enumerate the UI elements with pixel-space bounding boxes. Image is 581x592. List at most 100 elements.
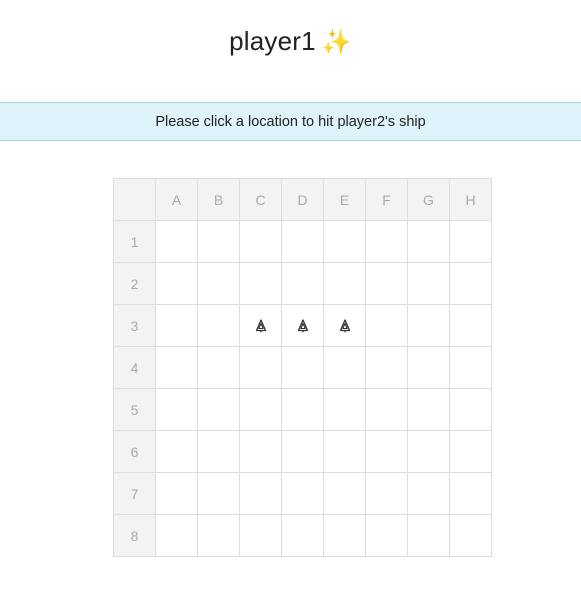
board-cell-f7[interactable] xyxy=(365,472,408,515)
row-header-4: 4 xyxy=(113,346,156,389)
board-cell-c7[interactable] xyxy=(239,472,282,515)
board-cell-f3[interactable] xyxy=(365,304,408,347)
board-row-6: 6 xyxy=(113,430,492,473)
row-header-6: 6 xyxy=(113,430,156,473)
column-header-b: B xyxy=(197,178,240,221)
board-cell-e2[interactable] xyxy=(323,262,366,305)
board-cell-e1[interactable] xyxy=(323,220,366,263)
board-cell-e8[interactable] xyxy=(323,514,366,557)
board-corner xyxy=(113,178,156,221)
board-cell-a4[interactable] xyxy=(155,346,198,389)
board-cell-e4[interactable] xyxy=(323,346,366,389)
board-cell-g3[interactable] xyxy=(407,304,450,347)
board-cell-c4[interactable] xyxy=(239,346,282,389)
board-cell-d7[interactable] xyxy=(281,472,324,515)
row-header-1: 1 xyxy=(113,220,156,263)
board-cell-f1[interactable] xyxy=(365,220,408,263)
ship-icon xyxy=(324,318,365,333)
row-header-3: 3 xyxy=(113,304,156,347)
page-title: player1 ✨ xyxy=(0,26,581,57)
board-cell-g8[interactable] xyxy=(407,514,450,557)
board-cell-h3[interactable] xyxy=(449,304,492,347)
board-cell-c1[interactable] xyxy=(239,220,282,263)
player-name: player1 xyxy=(229,26,316,56)
row-header-2: 2 xyxy=(113,262,156,305)
board-cell-h1[interactable] xyxy=(449,220,492,263)
board-header-row: ABCDEFGH xyxy=(113,178,492,221)
board-row-1: 1 xyxy=(113,220,492,263)
board-row-2: 2 xyxy=(113,262,492,305)
column-header-h: H xyxy=(449,178,492,221)
board-cell-a7[interactable] xyxy=(155,472,198,515)
board-cell-f5[interactable] xyxy=(365,388,408,431)
board-cell-d8[interactable] xyxy=(281,514,324,557)
board-row-5: 5 xyxy=(113,388,492,431)
board-cell-a1[interactable] xyxy=(155,220,198,263)
board-cell-b6[interactable] xyxy=(197,430,240,473)
board-cell-a3[interactable] xyxy=(155,304,198,347)
board-cell-h2[interactable] xyxy=(449,262,492,305)
row-header-5: 5 xyxy=(113,388,156,431)
board-cell-d1[interactable] xyxy=(281,220,324,263)
sparkles-icon: ✨ xyxy=(321,29,352,56)
board-cell-a2[interactable] xyxy=(155,262,198,305)
board-cell-h8[interactable] xyxy=(449,514,492,557)
column-header-c: C xyxy=(239,178,282,221)
board-cell-h7[interactable] xyxy=(449,472,492,515)
board-cell-b5[interactable] xyxy=(197,388,240,431)
board-row-4: 4 xyxy=(113,346,492,389)
board-cell-c2[interactable] xyxy=(239,262,282,305)
board-row-8: 8 xyxy=(113,514,492,557)
board-cell-g5[interactable] xyxy=(407,388,450,431)
ship-icon xyxy=(240,318,281,333)
column-header-f: F xyxy=(365,178,408,221)
board-cell-e6[interactable] xyxy=(323,430,366,473)
column-header-e: E xyxy=(323,178,366,221)
board-cell-d6[interactable] xyxy=(281,430,324,473)
board-cell-b7[interactable] xyxy=(197,472,240,515)
board-cell-b4[interactable] xyxy=(197,346,240,389)
board-cell-c8[interactable] xyxy=(239,514,282,557)
board-cell-f6[interactable] xyxy=(365,430,408,473)
board-row-3: 3 xyxy=(113,304,492,347)
board-cell-d5[interactable] xyxy=(281,388,324,431)
board-cell-f4[interactable] xyxy=(365,346,408,389)
board-cell-e5[interactable] xyxy=(323,388,366,431)
ship-icon xyxy=(282,318,323,333)
board-cell-g6[interactable] xyxy=(407,430,450,473)
status-banner: Please click a location to hit player2's… xyxy=(0,102,581,141)
column-header-d: D xyxy=(281,178,324,221)
row-header-7: 7 xyxy=(113,472,156,515)
board-cell-g1[interactable] xyxy=(407,220,450,263)
board-cell-d4[interactable] xyxy=(281,346,324,389)
status-message: Please click a location to hit player2's… xyxy=(155,113,426,130)
column-header-a: A xyxy=(155,178,198,221)
board-cell-h4[interactable] xyxy=(449,346,492,389)
board-cell-h5[interactable] xyxy=(449,388,492,431)
column-header-g: G xyxy=(407,178,450,221)
board-cell-b1[interactable] xyxy=(197,220,240,263)
board-cell-c6[interactable] xyxy=(239,430,282,473)
board-cell-g2[interactable] xyxy=(407,262,450,305)
board-cell-g4[interactable] xyxy=(407,346,450,389)
board-cell-a6[interactable] xyxy=(155,430,198,473)
board-cell-c3[interactable] xyxy=(239,304,282,347)
board-cell-a8[interactable] xyxy=(155,514,198,557)
board-cell-d3[interactable] xyxy=(281,304,324,347)
game-board: ABCDEFGH12345678 xyxy=(113,178,492,557)
board-cell-d2[interactable] xyxy=(281,262,324,305)
board-cell-b8[interactable] xyxy=(197,514,240,557)
row-header-8: 8 xyxy=(113,514,156,557)
board-cell-e3[interactable] xyxy=(323,304,366,347)
board-cell-e7[interactable] xyxy=(323,472,366,515)
board-cell-f2[interactable] xyxy=(365,262,408,305)
board-cell-g7[interactable] xyxy=(407,472,450,515)
board-cell-c5[interactable] xyxy=(239,388,282,431)
board-cell-b2[interactable] xyxy=(197,262,240,305)
game-page: player1 ✨ Please click a location to hit … xyxy=(0,0,581,592)
board-cell-h6[interactable] xyxy=(449,430,492,473)
board-cell-a5[interactable] xyxy=(155,388,198,431)
board-cell-b3[interactable] xyxy=(197,304,240,347)
board-row-7: 7 xyxy=(113,472,492,515)
board-cell-f8[interactable] xyxy=(365,514,408,557)
